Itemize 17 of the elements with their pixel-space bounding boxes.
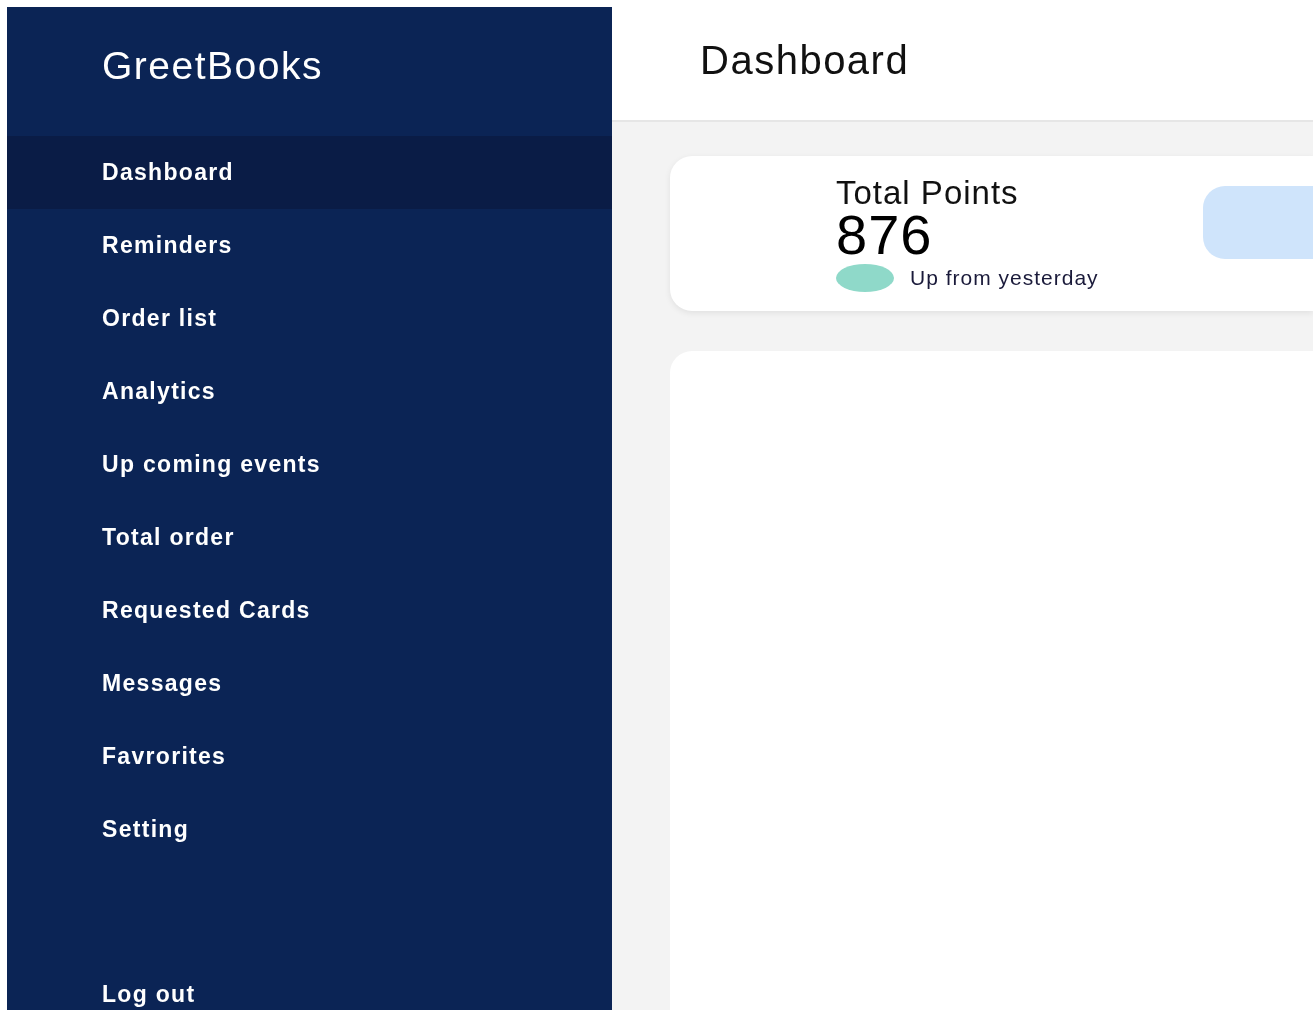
sidebar-item[interactable]: Order list — [7, 282, 612, 355]
sidebar-item[interactable]: Up coming events — [7, 428, 612, 501]
sidebar-item[interactable]: Setting — [7, 793, 612, 866]
logout-link[interactable]: Log out — [7, 981, 196, 1010]
page-title: Dashboard — [700, 38, 910, 83]
sidebar-item[interactable]: Dashboard — [7, 136, 612, 209]
trend-text: Up from yesterday — [910, 266, 1099, 290]
stat-value: 876 — [836, 210, 933, 260]
trend-dot-icon — [836, 264, 894, 292]
sidebar-item[interactable]: Requested Cards — [7, 574, 612, 647]
sidebar-item[interactable]: Analytics — [7, 355, 612, 428]
app-logo: GreetBooks — [101, 42, 324, 89]
sidebar-item[interactable]: Total order — [7, 501, 612, 574]
sidebar-item[interactable]: Messages — [7, 647, 612, 720]
sidebar-item[interactable]: Favrorites — [7, 720, 612, 793]
stat-label: Total Points — [836, 176, 1020, 210]
sidebar-item[interactable]: Reminders — [7, 209, 612, 282]
